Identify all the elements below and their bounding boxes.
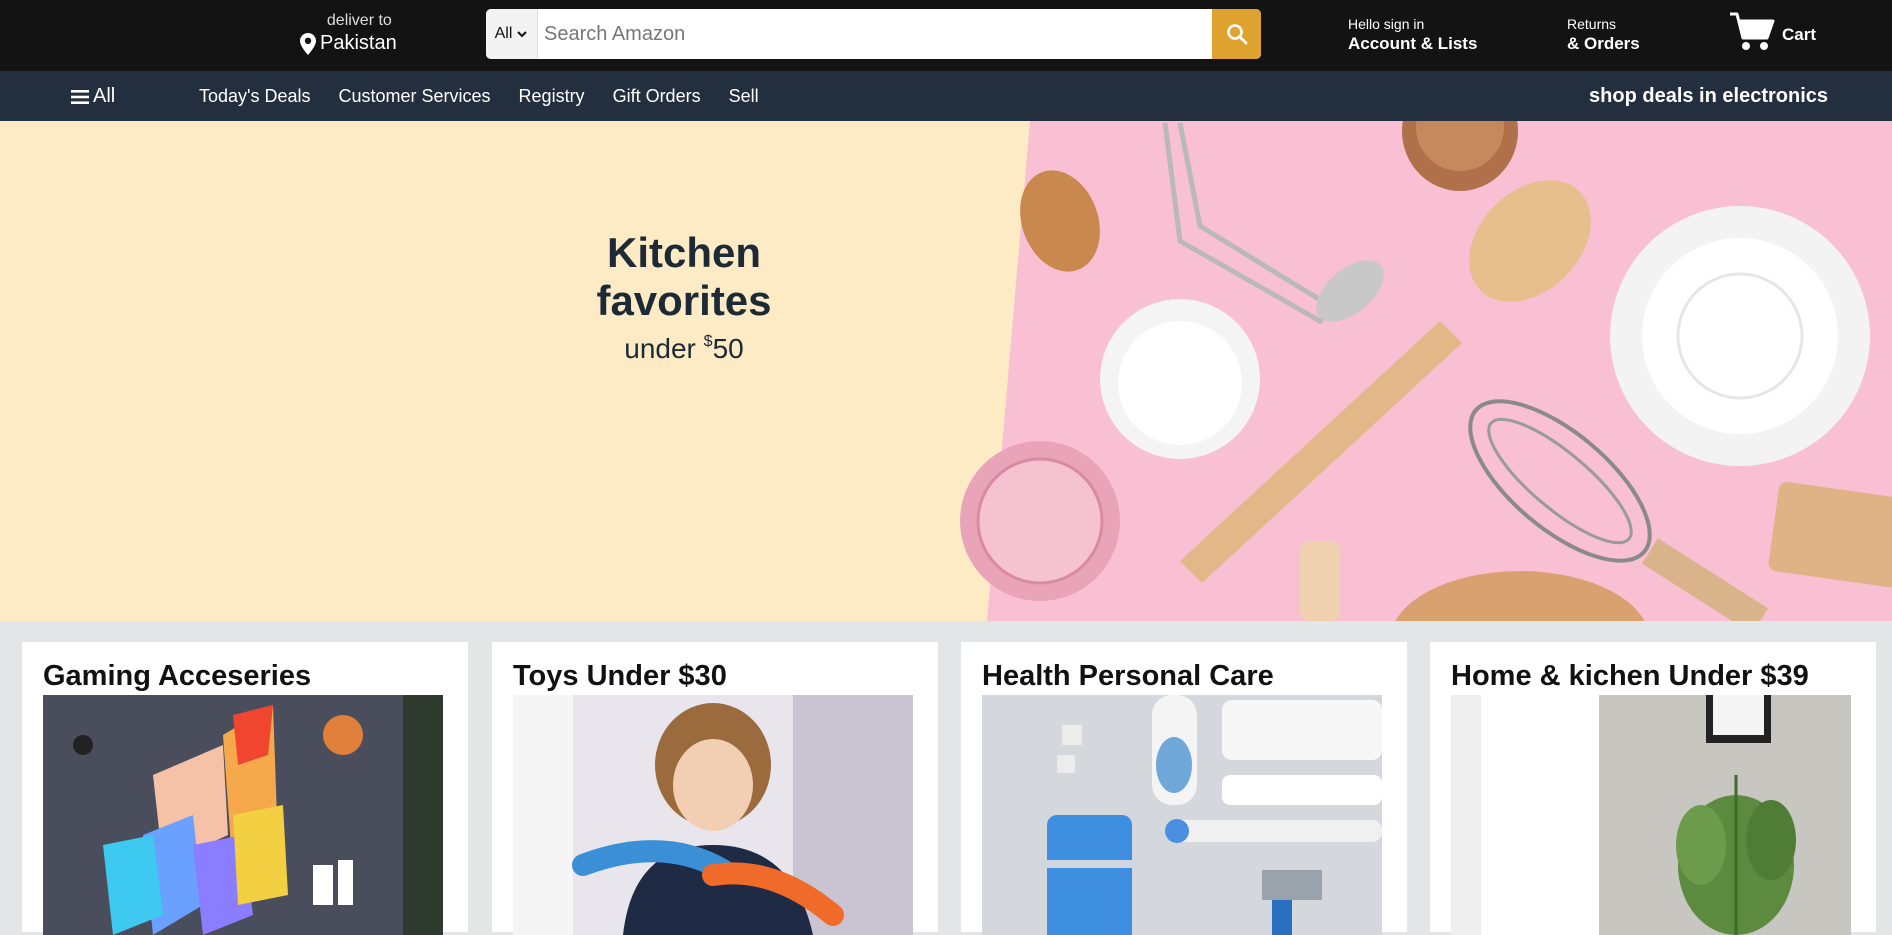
location-pin-icon [300, 32, 316, 55]
chevron-down-icon [517, 31, 528, 38]
nav-link-registry[interactable]: Registry [519, 86, 585, 107]
category-card-home-kitchen[interactable]: Home & kichen Under $39 [1430, 642, 1876, 935]
nav-link-todays-deals[interactable]: Today's Deals [199, 86, 311, 107]
account-lists-link[interactable]: Hello sign in Account & Lists [1348, 16, 1477, 54]
home-kitchen-image[interactable] [1451, 695, 1851, 935]
search-category-select[interactable]: All [486, 9, 538, 59]
search-button[interactable] [1212, 9, 1261, 59]
category-card-toys[interactable]: Toys Under $30 [492, 642, 938, 935]
hero-text: Kitchen favorites under $50 [520, 229, 848, 365]
hero-banner[interactable]: Kitchen favorites under $50 [0, 121, 1892, 621]
health-personal-care-image[interactable] [982, 695, 1382, 935]
account-greeting: Hello sign in [1348, 16, 1425, 32]
subnav-links: Today's Deals Customer Services Registry… [199, 86, 759, 107]
deliver-country: Pakistan [320, 32, 397, 54]
search-category-label: All [494, 25, 513, 42]
card-title: Health Personal Care [982, 660, 1274, 692]
all-menu-label: All [93, 85, 116, 107]
toys-image[interactable] [513, 695, 913, 935]
all-menu-button[interactable]: All [71, 85, 115, 108]
card-title: Gaming Acceseries [43, 660, 312, 692]
card-title: Toys Under $30 [513, 660, 727, 692]
home-plant-image [1451, 695, 1851, 935]
cart-label: Cart [1782, 25, 1817, 44]
hamburger-menu-icon [71, 89, 89, 104]
account-label: Account & Lists [1348, 34, 1478, 53]
hero-amount: 50 [712, 333, 744, 364]
returns-label: Returns [1567, 16, 1617, 32]
cart-icon [1730, 12, 1775, 50]
deliver-to[interactable]: deliver to Pakistan [300, 12, 397, 55]
card-title: Home & kichen Under $39 [1451, 660, 1809, 692]
top-header: deliver to Pakistan All Hello sign in Ac… [0, 0, 1892, 71]
nav-link-gift-orders[interactable]: Gift Orders [613, 86, 701, 107]
search-input[interactable] [538, 9, 1212, 59]
hero-sub-prefix: under [624, 333, 704, 364]
cart-button[interactable]: Cart [1728, 10, 1816, 52]
orders-label: & Orders [1567, 34, 1640, 53]
personal-care-products-image [982, 695, 1382, 935]
deliver-label: deliver to [326, 12, 392, 29]
hero-title: Kitchen favorites [596, 229, 772, 324]
hero-subtitle: under $50 [520, 333, 848, 365]
promo-link[interactable]: shop deals in electronics [1589, 85, 1828, 108]
sub-navigation: All Today's Deals Customer Services Regi… [0, 71, 1892, 121]
gaming-accessories-image[interactable] [43, 695, 443, 935]
nav-link-sell[interactable]: Sell [729, 86, 759, 107]
returns-orders-link[interactable]: Returns & Orders [1567, 16, 1640, 54]
hero-currency: $ [703, 333, 713, 350]
nav-link-customer-services[interactable]: Customer Services [339, 86, 491, 107]
child-playing-image [513, 695, 913, 935]
gaming-light-panels-image [43, 695, 443, 935]
category-card-health[interactable]: Health Personal Care [961, 642, 1407, 935]
deliver-country-row: Pakistan [300, 32, 397, 55]
category-card-gaming[interactable]: Gaming Acceseries [22, 642, 468, 935]
search-bar: All [486, 9, 1261, 59]
search-icon [1226, 24, 1247, 45]
kitchen-utensils-image [960, 121, 1892, 621]
